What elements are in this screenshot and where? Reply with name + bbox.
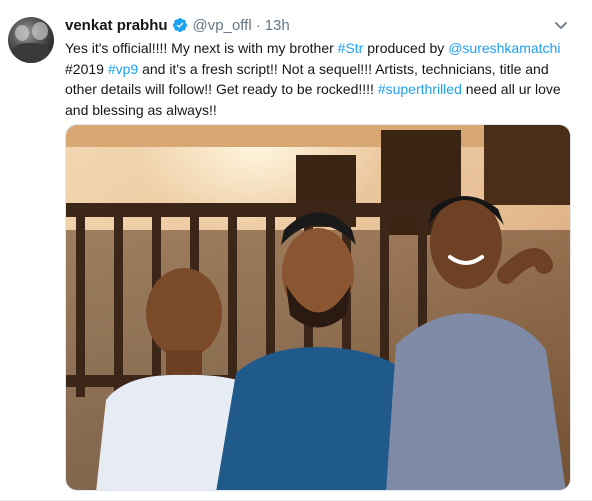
chevron-down-icon[interactable] — [553, 17, 569, 33]
verified-badge-icon — [172, 18, 187, 32]
tweet-card[interactable]: venkat prabhu @vp_offl · 13h Yes it's of… — [0, 0, 592, 501]
separator-dot: · — [255, 16, 261, 34]
tweet-header: venkat prabhu @vp_offl · 13h — [65, 15, 290, 35]
author-name[interactable]: venkat prabhu — [65, 17, 168, 34]
tweet-text-part: #2019 — [65, 60, 108, 77]
tweet-text-part: Yes it's official!!!! My next is with my… — [65, 40, 338, 56]
author-handle[interactable]: @vp_offl — [193, 17, 252, 34]
tweet-timestamp[interactable]: 13h — [265, 17, 290, 34]
mention-link-sureshkamatchi[interactable]: @sureshkamatchi — [448, 40, 560, 56]
hashtag-link-superthrilled[interactable]: #superthrilled — [378, 81, 462, 97]
tweet-text-part: produced by — [363, 40, 449, 56]
photo-three-men — [66, 125, 570, 490]
tweet-text: Yes it's official!!!! My next is with my… — [65, 38, 575, 120]
avatar[interactable] — [8, 17, 54, 63]
hashtag-link-vp9[interactable]: #vp9 — [108, 61, 138, 77]
tweet-photo[interactable] — [65, 124, 571, 491]
hashtag-link-str[interactable]: #Str — [338, 40, 364, 56]
